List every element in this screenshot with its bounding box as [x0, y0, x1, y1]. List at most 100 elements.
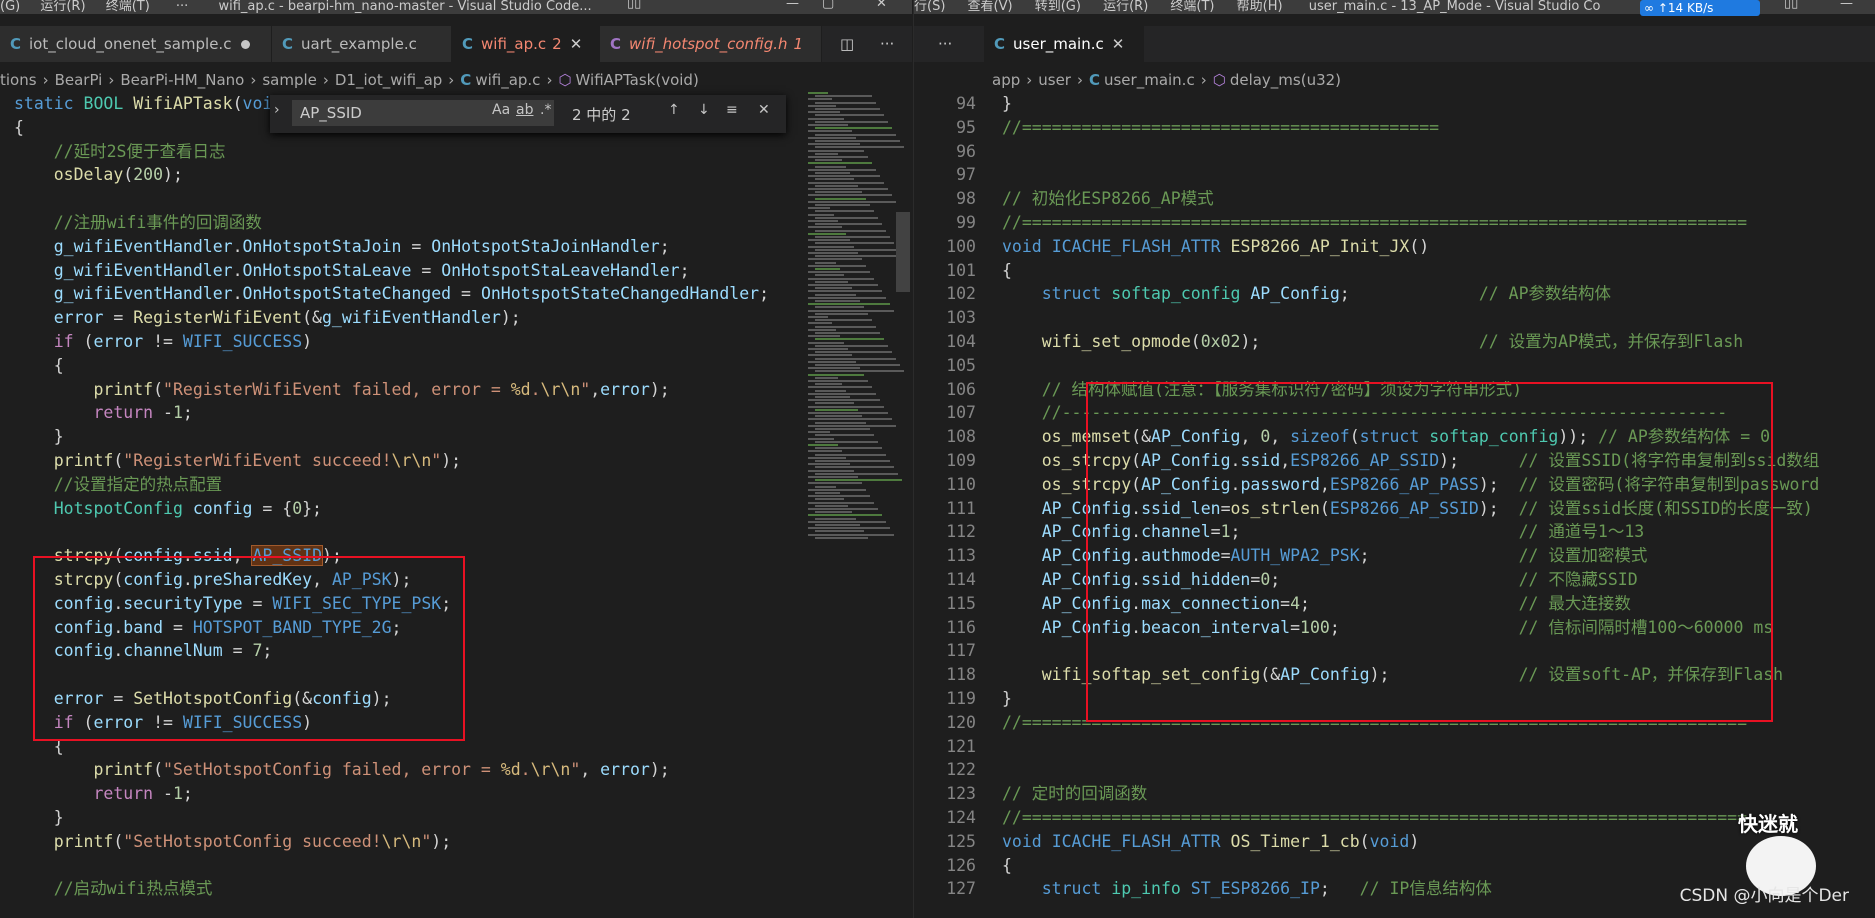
regex-icon[interactable]: .*: [540, 102, 551, 118]
menu-more[interactable]: ···: [176, 0, 188, 13]
code-line[interactable]: error = RegisterWifiEvent(&g_wifiEventHa…: [0, 306, 912, 330]
more-actions-icon[interactable]: ···: [880, 26, 894, 62]
code-line[interactable]: 102 struct softap_config AP_Config; // A…: [914, 282, 1875, 306]
code-line[interactable]: //注册wifi事件的回调函数: [0, 211, 912, 235]
vertical-scrollbar[interactable]: [896, 212, 910, 292]
minimap-line: [808, 284, 878, 286]
code-line[interactable]: printf("RegisterWifiEvent succeed!\r\n")…: [0, 449, 912, 473]
c-file-icon: C: [282, 35, 294, 53]
code-line[interactable]: //设置指定的热点配置: [0, 473, 912, 497]
minimap-line: [815, 460, 890, 462]
code-line[interactable]: 99 //====================================…: [914, 211, 1875, 235]
code-line[interactable]: g_wifiEventHandler.OnHotspotStateChanged…: [0, 282, 912, 306]
maximize-icon[interactable]: ▢: [822, 0, 834, 10]
tab-user-main[interactable]: Cuser_main.c ✕: [984, 26, 1144, 62]
close-tab-icon[interactable]: ✕: [570, 35, 583, 53]
code-line[interactable]: 125 void ICACHE_FLASH_ATTR OS_Timer_1_cb(…: [914, 830, 1875, 854]
code-line[interactable]: return -1;: [0, 401, 912, 425]
code-line[interactable]: HotspotConfig config = {0};: [0, 497, 912, 521]
minimap-line: [815, 236, 890, 238]
code-line[interactable]: 126 {: [914, 854, 1875, 878]
minimap-line: [808, 469, 854, 472]
crumb[interactable]: D1_iot_wifi_ap: [335, 71, 442, 89]
code-line[interactable]: 121: [914, 735, 1875, 759]
close-window-icon[interactable]: ✕: [876, 0, 887, 10]
minimap-line: [815, 274, 844, 277]
code-line[interactable]: 95 //====================================…: [914, 116, 1875, 140]
tab-wifi-ap[interactable]: Cwifi_ap.c 2 ✕: [452, 26, 600, 62]
code-line[interactable]: 103: [914, 306, 1875, 330]
menu-goto[interactable]: (G): [0, 0, 20, 13]
chevron-right-icon[interactable]: ›: [274, 102, 280, 118]
split-editor-icon[interactable]: ◫: [840, 26, 854, 62]
code-line[interactable]: 105: [914, 354, 1875, 378]
code-line[interactable]: 94}: [914, 92, 1875, 116]
code-line[interactable]: g_wifiEventHandler.OnHotspotStaJoin = On…: [0, 235, 912, 259]
code-line[interactable]: 123 // 定时的回调函数: [914, 782, 1875, 806]
tab-wifi-hotspot-config[interactable]: Cwifi_hotspot_config.h 1: [600, 26, 822, 62]
menu-terminal[interactable]: 终端(T): [1170, 0, 1214, 13]
code-line[interactable]: printf("RegisterWifiEvent failed, error …: [0, 378, 912, 402]
layout-toggle-icon[interactable]: ▯▯: [627, 0, 641, 10]
tab-iot-cloud-onenet[interactable]: Ciot_cloud_onenet_sample.c: [0, 26, 272, 62]
menu-terminal[interactable]: 终端(T): [106, 0, 150, 13]
code-line[interactable]: 97: [914, 163, 1875, 187]
match-word-icon[interactable]: ab: [516, 102, 533, 118]
minimap-line: [808, 508, 878, 510]
menu-help[interactable]: 帮助(H): [1237, 0, 1283, 13]
crumb[interactable]: user: [1038, 71, 1071, 89]
tab-uart-example[interactable]: Cuart_example.c: [272, 26, 452, 62]
code-line[interactable]: printf("SetHotspotConfig succeed!\r\n");: [0, 830, 912, 854]
code-line[interactable]: 101 {: [914, 259, 1875, 283]
previous-match-icon[interactable]: ↑: [668, 102, 680, 118]
code-line[interactable]: }: [0, 425, 912, 449]
crumb[interactable]: BearPi: [55, 71, 103, 89]
code-line[interactable]: //启动wifi热点模式: [0, 877, 912, 901]
close-find-icon[interactable]: ✕: [758, 102, 770, 118]
code-line[interactable]: //延时2S便于查看日志: [0, 140, 912, 164]
code-line[interactable]: [0, 520, 912, 544]
menu-goto[interactable]: 转到(G): [1035, 0, 1081, 13]
code-line[interactable]: [0, 854, 912, 878]
code-line[interactable]: 100 void ICACHE_FLASH_ATTR ESP8266_AP_Ini…: [914, 235, 1875, 259]
code-line[interactable]: {: [0, 354, 912, 378]
code-line[interactable]: }: [0, 806, 912, 830]
function-icon: ⬡: [1212, 71, 1226, 89]
minimap-line: [808, 130, 852, 133]
find-in-selection-icon[interactable]: ≡: [726, 102, 738, 118]
unsaved-dot-icon[interactable]: [241, 40, 251, 49]
crumb[interactable]: app: [992, 71, 1020, 89]
minimize-icon[interactable]: —: [786, 0, 799, 10]
menu-run[interactable]: 运行(R): [40, 0, 85, 13]
code-line[interactable]: osDelay(200);: [0, 163, 912, 187]
crumb[interactable]: delay_ms(u32): [1230, 71, 1341, 89]
match-case-icon[interactable]: Aa: [492, 102, 510, 118]
code-line[interactable]: 96: [914, 140, 1875, 164]
crumb[interactable]: WifiAPTask(void): [576, 71, 699, 89]
crumb[interactable]: wifi_ap.c: [475, 71, 540, 89]
menu-run[interactable]: 运行(R): [1103, 0, 1148, 13]
code-line[interactable]: return -1;: [0, 782, 912, 806]
code-line[interactable]: [0, 187, 912, 211]
code-line[interactable]: g_wifiEventHandler.OnHotspotStaLeave = O…: [0, 259, 912, 283]
menu-view[interactable]: 查看(V): [968, 0, 1013, 13]
next-match-icon[interactable]: ↓: [698, 102, 710, 118]
layout-toggle-icon[interactable]: ▯▯: [1784, 0, 1798, 10]
menu-selection[interactable]: 行(S): [914, 0, 945, 13]
code-line[interactable]: if (error != WIFI_SUCCESS): [0, 330, 912, 354]
close-tab-icon[interactable]: ✕: [1112, 35, 1125, 53]
find-input[interactable]: AP_SSID: [292, 100, 554, 126]
minimap[interactable]: [802, 92, 906, 918]
code-line[interactable]: 98 // 初始化ESP8266_AP模式: [914, 187, 1875, 211]
code-line[interactable]: printf("SetHotspotConfig failed, error =…: [0, 758, 912, 782]
tab-overflow-icon[interactable]: ···: [938, 26, 952, 62]
code-line[interactable]: 122: [914, 758, 1875, 782]
minimap-line: [815, 140, 900, 142]
crumb[interactable]: sample: [262, 71, 317, 89]
code-line[interactable]: 124 //===================================…: [914, 806, 1875, 830]
crumb[interactable]: user_main.c: [1104, 71, 1195, 89]
minimize-icon[interactable]: —: [1840, 0, 1853, 10]
code-line[interactable]: 104 wifi_set_opmode(0x02); // 设置为AP模式，并保…: [914, 330, 1875, 354]
crumb[interactable]: tions: [0, 71, 37, 89]
crumb[interactable]: BearPi-HM_Nano: [120, 71, 244, 89]
